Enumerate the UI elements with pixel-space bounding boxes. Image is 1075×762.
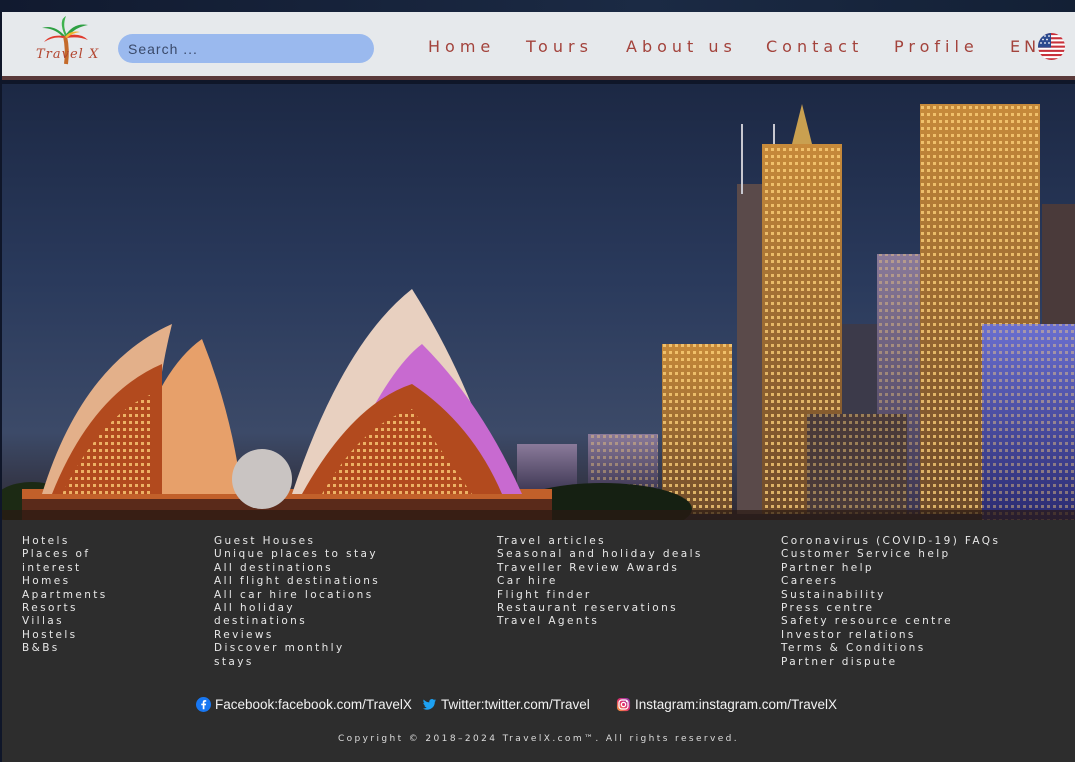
footer-link[interactable]: Discover monthly xyxy=(214,642,380,655)
footer-link[interactable]: Places of xyxy=(22,548,108,561)
footer-column-2: Guest Houses Unique places to stay All d… xyxy=(214,535,380,669)
palm-tree-logo-icon xyxy=(42,16,88,65)
twitter-label: Twitter:twitter.com/Travel xyxy=(441,697,590,712)
footer-link[interactable]: Customer Service help xyxy=(781,548,1000,561)
footer-link[interactable]: Sustainability xyxy=(781,589,1000,602)
facebook-link[interactable]: Facebook:facebook.com/TravelX xyxy=(196,697,412,712)
footer-link[interactable]: Car hire xyxy=(497,575,703,588)
nav-tours[interactable]: Tours xyxy=(526,37,593,56)
footer-link[interactable]: Hotels xyxy=(22,535,108,548)
footer-link[interactable]: All destinations xyxy=(214,562,380,575)
footer-link[interactable]: Careers xyxy=(781,575,1000,588)
instagram-icon xyxy=(616,697,631,712)
footer-link[interactable]: interest xyxy=(22,562,108,575)
footer-link[interactable]: Hostels xyxy=(22,629,108,642)
footer-link[interactable]: Unique places to stay xyxy=(214,548,380,561)
nav-profile[interactable]: Profile xyxy=(894,37,979,56)
footer-link[interactable]: Investor relations xyxy=(781,629,1000,642)
instagram-label: Instagram:instagram.com/TravelX xyxy=(635,697,838,712)
footer: Hotels Places of interest Homes Apartmen… xyxy=(2,520,1075,762)
footer-link[interactable]: Coronavirus (COVID-19) FAQs xyxy=(781,535,1000,548)
search-input[interactable] xyxy=(118,34,374,63)
footer-column-3: Travel articles Seasonal and holiday dea… xyxy=(497,535,703,629)
facebook-icon xyxy=(196,697,211,712)
footer-link[interactable]: Apartments xyxy=(22,589,108,602)
footer-link[interactable]: Reviews xyxy=(214,629,380,642)
facebook-label: Facebook:facebook.com/TravelX xyxy=(215,697,412,712)
logo-text: Travel X xyxy=(36,47,100,62)
city-skyline-illustration xyxy=(2,104,1075,520)
footer-link[interactable]: Resorts xyxy=(22,602,108,615)
footer-link[interactable]: Flight finder xyxy=(497,589,703,602)
top-strip xyxy=(0,0,1075,12)
nav-about-us[interactable]: About us xyxy=(626,37,737,56)
footer-link[interactable]: B&Bs xyxy=(22,642,108,655)
language-selector[interactable]: EN xyxy=(1010,37,1040,56)
hero-image-sydney-opera-house xyxy=(2,84,1075,520)
footer-link[interactable]: stays xyxy=(214,656,380,669)
nav-home[interactable]: Home xyxy=(428,37,495,56)
footer-link[interactable]: Travel Agents xyxy=(497,615,703,628)
footer-link[interactable]: All car hire locations xyxy=(214,589,380,602)
footer-link[interactable]: Partner dispute xyxy=(781,656,1000,669)
footer-link[interactable]: Traveller Review Awards xyxy=(497,562,703,575)
instagram-link[interactable]: Instagram:instagram.com/TravelX xyxy=(616,697,837,712)
footer-link[interactable]: Safety resource centre xyxy=(781,615,1000,628)
us-flag-icon[interactable] xyxy=(1038,33,1065,60)
footer-link[interactable]: All holiday xyxy=(214,602,380,615)
footer-link[interactable]: Guest Houses xyxy=(214,535,380,548)
footer-link[interactable]: Travel articles xyxy=(497,535,703,548)
footer-link[interactable]: Terms & Conditions xyxy=(781,642,1000,655)
copyright-text: Copyright © 2018–2024 TravelX.com™. All … xyxy=(337,734,740,744)
footer-link[interactable]: All flight destinations xyxy=(214,575,380,588)
nav-contact[interactable]: Contact xyxy=(766,37,863,56)
footer-link[interactable]: Partner help xyxy=(781,562,1000,575)
footer-link[interactable]: Press centre xyxy=(781,602,1000,615)
footer-link[interactable]: destinations xyxy=(214,615,380,628)
navbar: Travel X Home Tours About us Contact Pro… xyxy=(2,12,1075,80)
footer-link[interactable]: Seasonal and holiday deals xyxy=(497,548,703,561)
twitter-link[interactable]: Twitter:twitter.com/Travel xyxy=(422,697,590,712)
footer-column-1: Hotels Places of interest Homes Apartmen… xyxy=(22,535,108,656)
footer-link[interactable]: Restaurant reservations xyxy=(497,602,703,615)
footer-column-4: Coronavirus (COVID-19) FAQs Customer Ser… xyxy=(781,535,1000,669)
footer-link[interactable]: Homes xyxy=(22,575,108,588)
footer-link[interactable]: Villas xyxy=(22,615,108,628)
twitter-icon xyxy=(422,699,437,710)
